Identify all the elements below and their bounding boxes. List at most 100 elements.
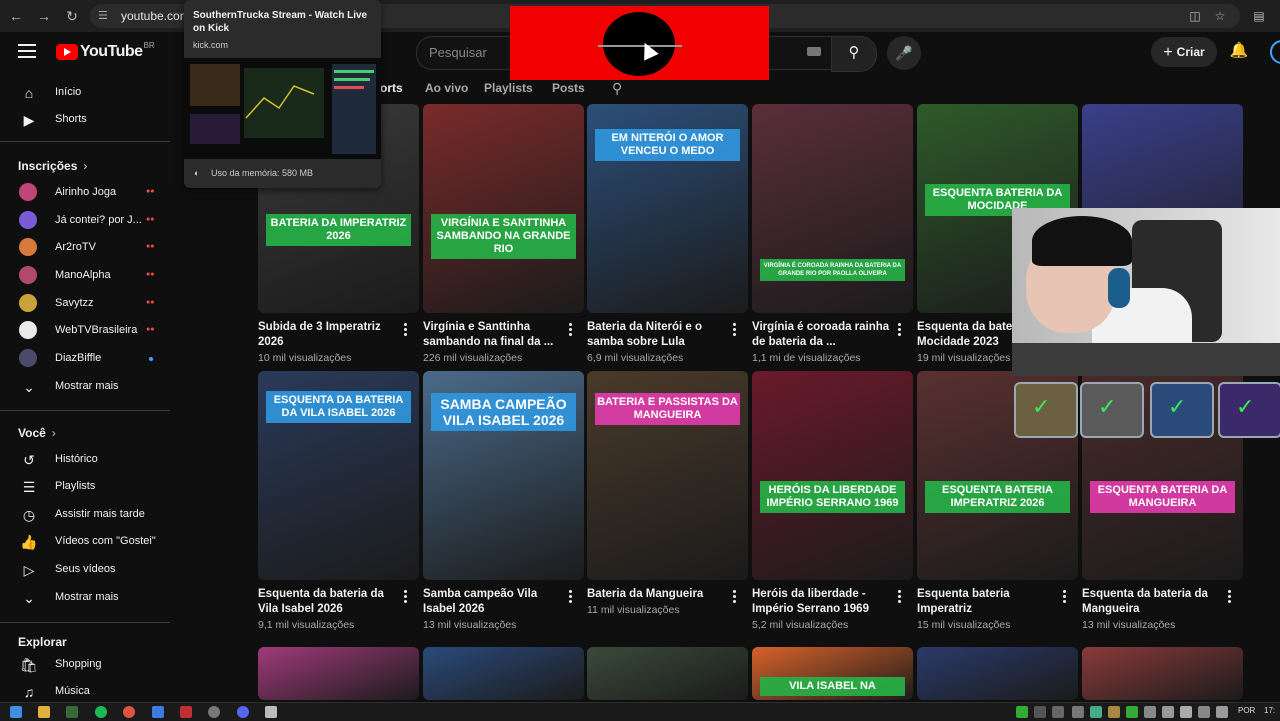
subscription-item[interactable]: Savytzz ●● — [0, 290, 170, 318]
tray-icon[interactable] — [1072, 706, 1084, 718]
sidebar-item-shopping[interactable]: 🛍 Shopping — [0, 651, 170, 679]
subscription-item[interactable]: ManoAlpha ●● — [0, 262, 170, 290]
video-thumbnail[interactable] — [1082, 647, 1243, 700]
notifications-bell-icon[interactable]: 🔔 — [1228, 41, 1250, 63]
video-card[interactable]: ESQUENTA DA BATERIA DA VILA ISABEL 2026 E… — [258, 371, 419, 631]
subscription-item[interactable]: WebTVBrasileira ●● — [0, 317, 170, 345]
app-icon[interactable] — [180, 706, 192, 718]
video-thumbnail[interactable]: ESQUENTA DA BATERIA DA VILA ISABEL 2026 — [258, 371, 419, 580]
windows-start-icon[interactable] — [10, 706, 22, 718]
tab-posts[interactable]: Posts — [552, 81, 585, 95]
search-button[interactable]: ⚲ — [831, 36, 877, 72]
more-options-icon[interactable] — [404, 323, 408, 338]
tab-live[interactable]: Ao vivo — [425, 81, 468, 95]
show-more-subscriptions[interactable]: ⌄ Mostrar mais — [0, 373, 170, 401]
volume-icon[interactable] — [1216, 706, 1228, 718]
tray-icon[interactable] — [1180, 706, 1192, 718]
tray-icon[interactable] — [1034, 706, 1046, 718]
tab-shorts[interactable]: orts — [380, 81, 403, 95]
more-options-icon[interactable] — [898, 590, 902, 605]
sidebar-item-playlists[interactable]: ☰ Playlists — [0, 473, 170, 501]
more-options-icon[interactable] — [569, 323, 573, 338]
sidebar-item-shorts[interactable]: ▶ Shorts — [0, 106, 170, 134]
video-title[interactable]: Esquenta da bateria da Vila Isabel 2026 — [258, 587, 400, 617]
video-card[interactable]: BATERIA E PASSISTAS DA MANGUEIRA Bateria … — [587, 371, 748, 631]
video-card[interactable]: VIRGÍNIA E SANTTINHA SAMBANDO NA GRANDE … — [423, 104, 584, 364]
account-avatar[interactable] — [1270, 40, 1280, 64]
wifi-icon[interactable] — [1198, 706, 1210, 718]
channel-search-icon[interactable]: ⚲ — [612, 80, 628, 96]
video-title[interactable]: Virgínia é coroada rainha de bateria da … — [752, 320, 894, 350]
more-options-icon[interactable] — [898, 323, 902, 338]
video-card[interactable]: EM NITERÓI O AMOR VENCEU O MEDO Bateria d… — [587, 104, 748, 364]
tray-icon[interactable] — [1162, 706, 1174, 718]
video-title[interactable]: Esquenta da bateria da Mangueira — [1082, 587, 1224, 617]
sidebar-item-liked-videos[interactable]: 👍 Vídeos com "Gostei" — [0, 528, 170, 556]
video-thumbnail[interactable] — [423, 647, 584, 700]
video-card[interactable] — [258, 647, 419, 700]
video-thumbnail[interactable]: VIRGÍNIA E SANTTINHA SAMBANDO NA GRANDE … — [423, 104, 584, 313]
more-options-icon[interactable] — [733, 323, 737, 338]
more-options-icon[interactable] — [733, 590, 737, 605]
video-title[interactable]: Esquenta bateria Imperatriz — [917, 587, 1059, 617]
sidebar-item-your-videos[interactable]: ▷ Seus vídeos — [0, 556, 170, 584]
menu-icon[interactable] — [18, 44, 36, 62]
subscription-item[interactable]: Ar2roTV ●● — [0, 234, 170, 262]
video-title[interactable]: Virgínia e Santtinha sambando na final d… — [423, 320, 565, 350]
tray-icon[interactable] — [1108, 706, 1120, 718]
video-thumbnail[interactable]: VIRGÍNIA É COROADA RAINHA DA BATERIA DA … — [752, 104, 913, 313]
video-title[interactable]: Subida de 3 Imperatriz 2026 — [258, 320, 400, 350]
video-title[interactable]: Heróis da liberdade - Império Serrano 19… — [752, 587, 894, 617]
more-options-icon[interactable] — [1063, 590, 1067, 605]
site-settings-icon[interactable]: ☰ — [98, 9, 112, 23]
bookmark-star-icon[interactable]: ☆ — [1211, 7, 1229, 25]
keyboard-icon[interactable] — [807, 47, 821, 56]
show-more-you[interactable]: ⌄ Mostrar mais — [0, 584, 170, 612]
subscriptions-header[interactable]: Inscrições › — [18, 159, 87, 173]
language-indicator[interactable]: POR — [1238, 706, 1255, 715]
back-icon[interactable]: ← — [6, 6, 26, 26]
video-card[interactable] — [1082, 647, 1243, 700]
chrome-icon[interactable] — [123, 706, 135, 718]
tray-icon[interactable] — [1144, 706, 1156, 718]
video-card[interactable] — [423, 647, 584, 700]
sidebar-item-history[interactable]: ↺ Histórico — [0, 446, 170, 474]
subscription-item[interactable]: Airinho Joga ●● — [0, 179, 170, 207]
more-options-icon[interactable] — [569, 590, 573, 605]
tray-icon[interactable] — [1052, 706, 1064, 718]
more-options-icon[interactable] — [1228, 590, 1232, 605]
voice-search-button[interactable]: 🎤 — [887, 36, 921, 70]
video-thumbnail[interactable]: BATERIA E PASSISTAS DA MANGUEIRA — [587, 371, 748, 580]
video-thumbnail[interactable] — [258, 647, 419, 700]
video-title[interactable]: Samba campeão Vila Isabel 2026 — [423, 587, 565, 617]
cast-icon[interactable]: ◫ — [1186, 7, 1204, 25]
sidebar-item-home[interactable]: ⌂ Início — [0, 79, 170, 107]
video-card[interactable] — [587, 647, 748, 700]
settings-gear-icon[interactable] — [265, 706, 277, 718]
create-button[interactable]: + Criar — [1151, 37, 1217, 67]
more-options-icon[interactable] — [404, 590, 408, 605]
subscription-item[interactable]: DiazBiffle — [0, 345, 170, 373]
video-card[interactable]: VILA ISABEL NA — [752, 647, 913, 700]
tray-icon[interactable] — [1126, 706, 1138, 718]
video-card[interactable]: SAMBA CAMPEÃO VILA ISABEL 2026 Samba camp… — [423, 371, 584, 631]
video-thumbnail[interactable] — [587, 647, 748, 700]
video-thumbnail[interactable]: SAMBA CAMPEÃO VILA ISABEL 2026 — [423, 371, 584, 580]
subscription-item[interactable]: Já contei? por J... ●● — [0, 207, 170, 235]
app-icon[interactable] — [152, 706, 164, 718]
file-explorer-icon[interactable] — [38, 706, 50, 718]
tray-icon[interactable] — [1016, 706, 1028, 718]
video-title[interactable]: Bateria da Mangueira — [587, 587, 729, 602]
tray-icon[interactable] — [1090, 706, 1102, 718]
sidebar-item-watch-later[interactable]: ◷ Assistir mais tarde — [0, 501, 170, 529]
spotify-icon[interactable] — [95, 706, 107, 718]
video-title[interactable]: Bateria da Niterói e o samba sobre Lula — [587, 320, 729, 350]
video-thumbnail[interactable]: EM NITERÓI O AMOR VENCEU O MEDO — [587, 104, 748, 313]
video-card[interactable] — [917, 647, 1078, 700]
video-thumbnail[interactable]: VILA ISABEL NA — [752, 647, 913, 700]
discord-icon[interactable] — [237, 706, 249, 718]
app-icon[interactable] — [66, 706, 78, 718]
video-card[interactable]: VIRGÍNIA É COROADA RAINHA DA BATERIA DA … — [752, 104, 913, 364]
obs-icon[interactable] — [208, 706, 220, 718]
video-thumbnail[interactable]: HERÓIS DA LIBERDADE IMPÉRIO SERRANO 1969 — [752, 371, 913, 580]
